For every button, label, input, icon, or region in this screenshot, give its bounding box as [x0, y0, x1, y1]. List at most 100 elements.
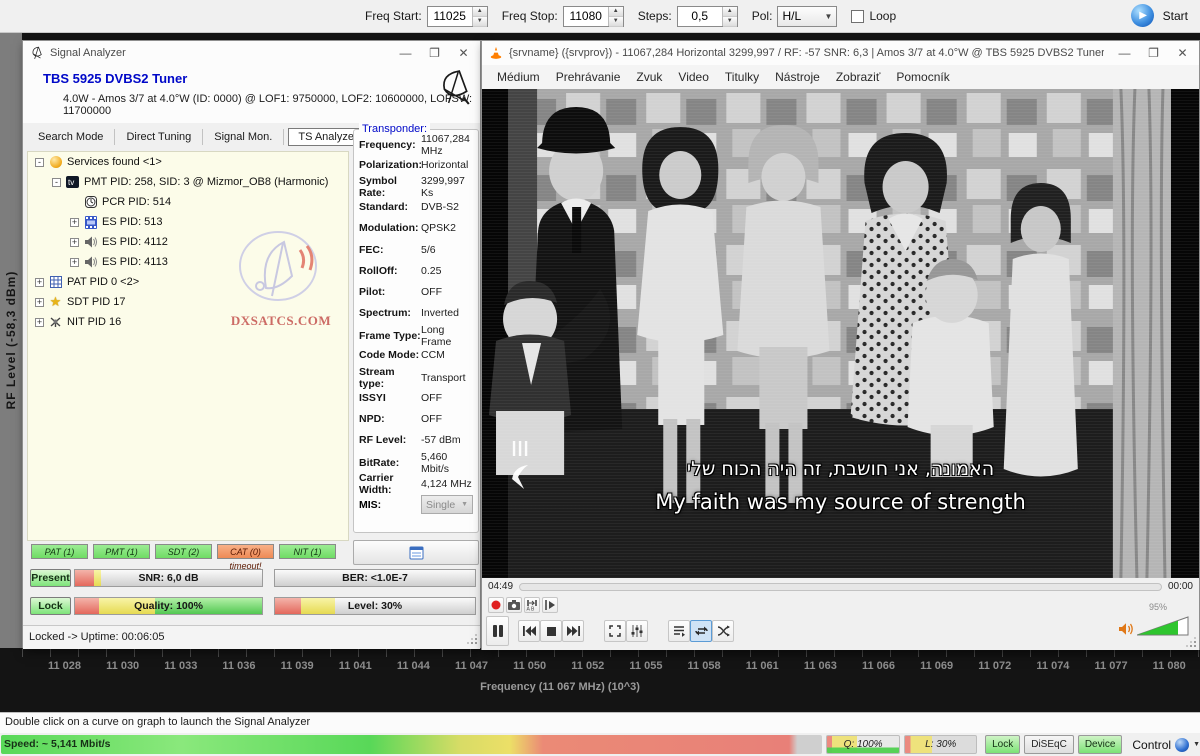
close-button[interactable]: ✕ — [449, 42, 478, 64]
tree-row-services[interactable]: - Services found <1> — [28, 152, 348, 172]
advanced-controls: A B — [488, 597, 558, 613]
steps-spinner[interactable]: ▲▼ — [677, 6, 738, 27]
volume-slider[interactable] — [1137, 616, 1189, 636]
services-tree[interactable]: - Services found <1> - tv PMT PID: 258, … — [27, 151, 349, 541]
mis-select[interactable]: Single▼ — [421, 495, 473, 514]
device-button[interactable]: Device — [1078, 735, 1123, 754]
minimize-button[interactable]: — — [391, 42, 420, 64]
equalizer-button[interactable] — [626, 620, 648, 642]
field-value: OFF — [421, 392, 473, 404]
ab-loop-button[interactable]: A B — [524, 597, 540, 613]
spin-down-icon[interactable]: ▼ — [723, 17, 737, 27]
diseqc-button[interactable]: DiSEqC — [1024, 735, 1074, 754]
tree-expander[interactable]: + — [70, 218, 79, 227]
menu-playback[interactable]: Prehrávanie — [548, 67, 629, 87]
maximize-button[interactable]: ❐ — [1139, 42, 1168, 64]
playlist-button[interactable] — [668, 620, 690, 642]
x-tick: 11 080 — [1153, 660, 1186, 672]
tree-expander[interactable]: + — [35, 318, 44, 327]
tree-expander[interactable]: - — [52, 178, 61, 187]
freq-start-arrows[interactable]: ▲▼ — [472, 7, 487, 26]
tree-item-label[interactable]: Services found <1> — [67, 156, 162, 168]
play-icon[interactable]: ▶ — [1131, 4, 1154, 27]
tree-item-label[interactable]: PMT PID: 258, SID: 3 @ Mizmor_OB8 (Harmo… — [84, 176, 328, 188]
spin-down-icon[interactable]: ▼ — [473, 17, 487, 27]
pol-select[interactable]: H/L▼ — [777, 6, 837, 27]
shuffle-button[interactable] — [712, 620, 734, 642]
tree-expander[interactable]: + — [35, 298, 44, 307]
freq-stop-input[interactable] — [564, 7, 608, 26]
freq-stop-arrows[interactable]: ▲▼ — [608, 7, 623, 26]
tab-direct-tuning[interactable]: Direct Tuning — [115, 129, 203, 145]
next-button[interactable] — [562, 620, 584, 642]
menu-tools[interactable]: Nástroje — [767, 67, 828, 87]
tree-item-label[interactable]: PAT PID 0 <2> — [67, 276, 139, 288]
loop-checkbox[interactable] — [851, 10, 864, 23]
loop-button[interactable] — [690, 620, 712, 642]
sdt-badge: SDT (2) — [155, 544, 212, 559]
close-button[interactable]: ✕ — [1168, 42, 1197, 64]
field-value: Inverted — [421, 307, 473, 319]
tree-expander[interactable]: + — [70, 258, 79, 267]
maximize-button[interactable]: ❐ — [420, 42, 449, 64]
field-label: BitRate: — [359, 457, 421, 469]
tab-search-mode[interactable]: Search Mode — [27, 129, 115, 145]
menu-view[interactable]: Zobraziť — [828, 67, 889, 87]
frame-step-button[interactable] — [542, 597, 558, 613]
analyzer-titlebar[interactable]: Signal Analyzer —❐✕ — [23, 41, 480, 65]
tree-row-pcr[interactable]: PCR PID: 514 — [28, 192, 348, 212]
tree-item-label[interactable]: ES PID: 513 — [102, 216, 163, 228]
tree-item-label[interactable]: ES PID: 4112 — [102, 236, 168, 248]
menu-audio[interactable]: Zvuk — [628, 67, 670, 87]
steps-arrows[interactable]: ▲▼ — [722, 7, 737, 26]
pmt-badge: PMT (1) — [93, 544, 150, 559]
satellite-dish-logo-icon — [438, 67, 472, 107]
spin-down-icon[interactable]: ▼ — [609, 17, 623, 27]
tree-row-pmt[interactable]: - tv PMT PID: 258, SID: 3 @ Mizmor_OB8 (… — [28, 172, 348, 192]
previous-button[interactable] — [518, 620, 540, 642]
tree-item-label[interactable]: SDT PID 17 — [67, 296, 126, 308]
start-button[interactable]: ▶ Start — [1131, 4, 1188, 27]
snapshot-button[interactable] — [506, 597, 522, 613]
freq-start-spinner[interactable]: ▲▼ — [427, 6, 488, 27]
tree-expander[interactable]: - — [35, 158, 44, 167]
service-list-button[interactable] — [353, 540, 479, 565]
lock-button[interactable]: Lock — [985, 735, 1020, 754]
vlc-titlebar[interactable]: {srvname} ({srvprov}) - 11067,284 Horizo… — [482, 41, 1199, 65]
spin-up-icon[interactable]: ▲ — [609, 7, 623, 17]
spin-up-icon[interactable]: ▲ — [723, 7, 737, 17]
freq-stop-spinner[interactable]: ▲▼ — [563, 6, 624, 27]
resize-grip[interactable] — [468, 635, 478, 645]
spin-up-icon[interactable]: ▲ — [473, 7, 487, 17]
menu-subtitles[interactable]: Titulky — [717, 67, 767, 87]
steps-input[interactable] — [678, 7, 722, 26]
x-tick: 11 058 — [688, 660, 721, 672]
volume-control[interactable]: 95% — [1118, 616, 1189, 636]
fullscreen-button[interactable] — [604, 620, 626, 642]
control-menu[interactable]: Control ▼ — [1132, 738, 1200, 752]
tree-row-es-video[interactable]: + ES PID: 513 — [28, 212, 348, 232]
tree-expander[interactable]: + — [70, 238, 79, 247]
pause-button[interactable] — [486, 616, 509, 646]
x-tick: 11 072 — [978, 660, 1011, 672]
minimize-button[interactable]: — — [1110, 42, 1139, 64]
freq-start-label: Freq Start: — [365, 9, 422, 23]
freq-stop-label: Freq Stop: — [502, 9, 558, 23]
tree-item-label[interactable]: ES PID: 4113 — [102, 256, 168, 268]
x-tick: 11 055 — [629, 660, 662, 672]
menu-video[interactable]: Video — [670, 67, 716, 87]
tree-expander[interactable]: + — [35, 278, 44, 287]
seek-slider[interactable] — [519, 583, 1162, 591]
menu-medium[interactable]: Médium — [489, 67, 548, 87]
tree-item-label[interactable]: NIT PID 16 — [67, 316, 121, 328]
stop-button[interactable] — [540, 620, 562, 642]
resize-grip[interactable] — [1187, 638, 1197, 648]
tree-item-label[interactable]: PCR PID: 514 — [102, 196, 171, 208]
video-canvas[interactable]: האמונה, אני חושבת, זה היה הכוח שלי My fa… — [482, 89, 1199, 578]
x-tick: 11 050 — [513, 660, 546, 672]
field-value: 11067,284 MHz — [421, 133, 473, 157]
tab-signal-mon[interactable]: Signal Mon. — [203, 129, 284, 145]
record-button[interactable] — [488, 597, 504, 613]
freq-start-input[interactable] — [428, 7, 472, 26]
menu-help[interactable]: Pomocník — [888, 67, 957, 87]
